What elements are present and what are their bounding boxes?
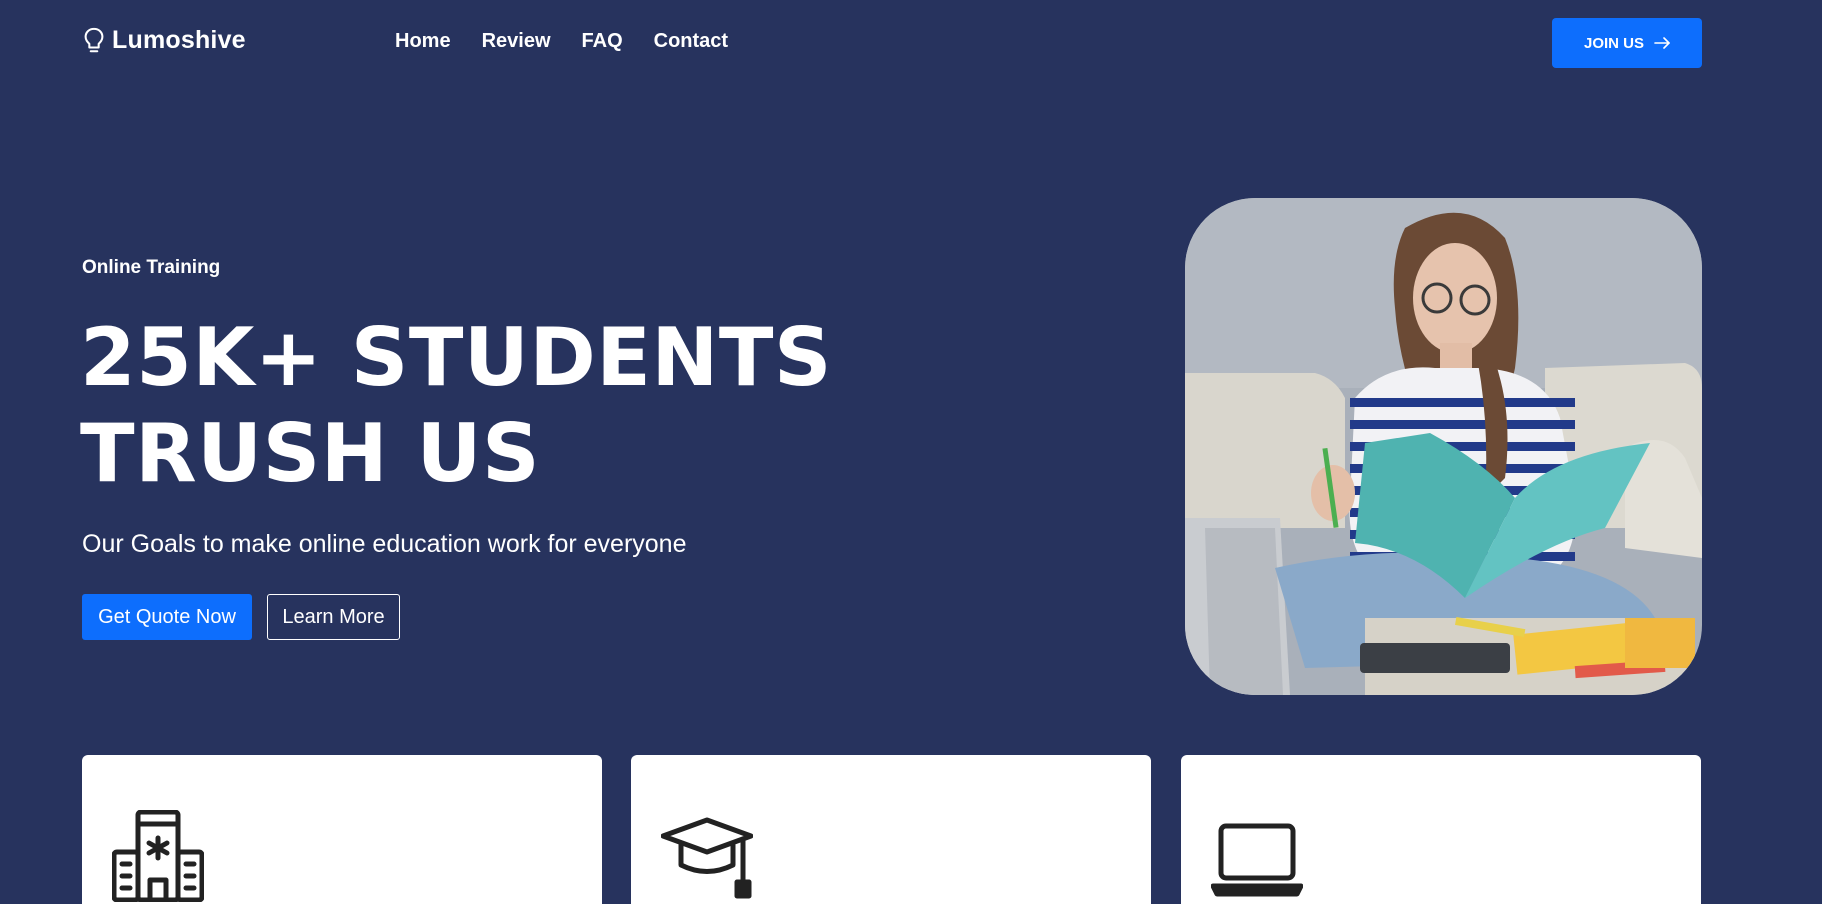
feature-card-2[interactable] xyxy=(631,755,1151,904)
nav-home-link[interactable]: Home xyxy=(395,30,451,53)
hero-title-line-1: 25K+ STUDENTS xyxy=(80,311,833,404)
top-nav: Lumoshive Home Review FAQ Contact JOIN U… xyxy=(0,0,1822,88)
nav-contact-link[interactable]: Contact xyxy=(654,30,728,53)
student-reading-photo xyxy=(1185,198,1702,695)
hero-title: 25K+ STUDENTS TRUSH US xyxy=(80,310,840,502)
hero-title-line-2: TRUSH US xyxy=(80,407,541,500)
brand-logo[interactable]: Lumoshive xyxy=(82,26,246,55)
brand-name: Lumoshive xyxy=(112,26,246,54)
laptop-icon xyxy=(1211,823,1303,897)
nav-links: Home Review FAQ Contact xyxy=(395,30,728,53)
graduation-cap-icon xyxy=(661,817,753,899)
nav-review-link[interactable]: Review xyxy=(482,30,551,53)
feature-card-3[interactable] xyxy=(1181,755,1701,904)
lightbulb-icon xyxy=(84,27,104,52)
hero-image xyxy=(1185,198,1702,695)
hospital-icon xyxy=(112,810,204,902)
join-us-button[interactable]: JOIN US xyxy=(1552,18,1702,68)
feature-card-1[interactable] xyxy=(82,755,602,904)
get-quote-button[interactable]: Get Quote Now xyxy=(82,594,252,640)
hero-eyebrow: Online Training xyxy=(82,257,221,278)
hero-subtitle: Our Goals to make online education work … xyxy=(82,530,687,558)
learn-more-button[interactable]: Learn More xyxy=(267,594,400,640)
join-us-label: JOIN US xyxy=(1583,34,1644,52)
nav-faq-link[interactable]: FAQ xyxy=(582,30,623,53)
arrow-right-icon xyxy=(1654,37,1670,49)
